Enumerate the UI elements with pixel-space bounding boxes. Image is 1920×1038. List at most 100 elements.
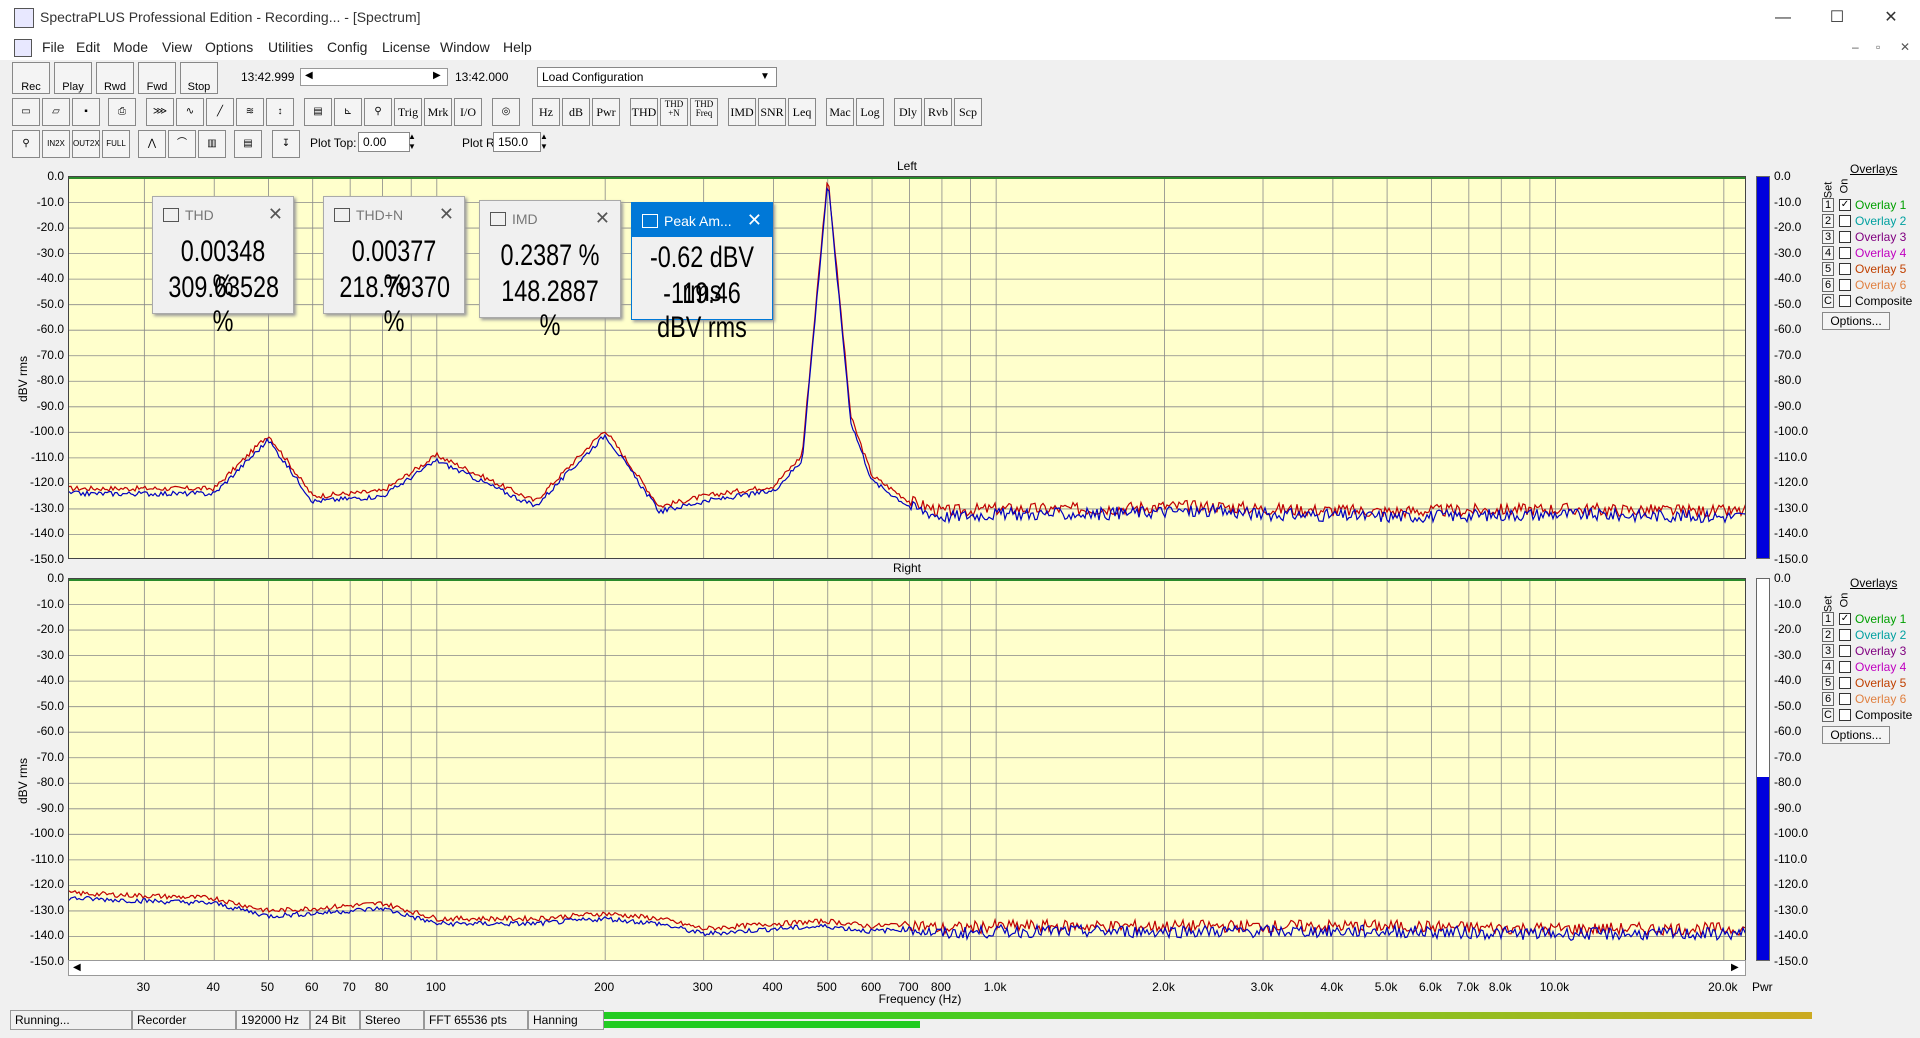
overlay-checkbox[interactable] (1839, 709, 1851, 721)
mrk-button[interactable]: Mrk (424, 98, 452, 126)
overlay-row[interactable]: 2 Overlay 2 (1822, 628, 1920, 644)
overlay-row[interactable]: C Composite (1822, 294, 1920, 310)
overlay-checkbox[interactable] (1839, 645, 1851, 657)
overlay-set-button[interactable]: C (1822, 708, 1834, 722)
overlay-checkbox[interactable] (1839, 279, 1851, 291)
trig-button[interactable]: Trig (394, 98, 422, 126)
spectrum-icon[interactable]: ⋙ (146, 98, 174, 126)
save-icon[interactable]: ▪ (72, 98, 100, 126)
thd-freq-button[interactable]: THD Freq (690, 98, 718, 126)
config-select[interactable]: Load Configuration (537, 67, 777, 87)
zoom-out-2x-icon[interactable]: OUT2X (72, 130, 100, 158)
menu-view[interactable]: View (162, 39, 192, 55)
menu-license[interactable]: License (382, 39, 430, 55)
overlay-checkbox[interactable] (1839, 215, 1851, 227)
overlay-row[interactable]: C Composite (1822, 708, 1920, 724)
waveform-icon[interactable]: ∿ (176, 98, 204, 126)
scroll-right-icon[interactable]: ▶ (433, 70, 441, 81)
maximize-button[interactable]: ☐ (1814, 0, 1860, 36)
plot-scrollbar[interactable]: ◀ ▶ (68, 960, 1746, 976)
close-icon[interactable]: ✕ (439, 204, 454, 225)
minimize-button[interactable]: — (1760, 0, 1806, 36)
chevron-down-icon[interactable]: ▼ (760, 71, 770, 82)
mac-button[interactable]: Mac (826, 98, 854, 126)
db-button[interactable]: dB (562, 98, 590, 126)
menu-mode[interactable]: Mode (113, 39, 148, 55)
overlay-checkbox[interactable] (1839, 629, 1851, 641)
menu-help[interactable]: Help (503, 39, 532, 55)
thdn-popup[interactable]: THD+N ✕ 0.00377 % 218.79370 % (323, 196, 465, 338)
marker-icon[interactable]: ↕ (266, 98, 294, 126)
phase-icon[interactable]: ╱ (206, 98, 234, 126)
overlay-row[interactable]: 3 Overlay 3 (1822, 230, 1920, 246)
thd-button[interactable]: THD (630, 98, 658, 126)
overlay-set-button[interactable]: 2 (1822, 628, 1834, 642)
popup-header[interactable]: IMD ✕ (480, 201, 620, 235)
hz-button[interactable]: Hz (532, 98, 560, 126)
overlay-set-button[interactable]: 1 (1822, 198, 1834, 212)
menu-window[interactable]: Window (440, 39, 490, 55)
leq-button[interactable]: Leq (788, 98, 816, 126)
close-icon[interactable]: ✕ (268, 204, 283, 225)
peak-icon[interactable]: ⋀ (138, 130, 166, 158)
overlay-checkbox[interactable]: ✓ (1839, 613, 1851, 625)
peak-amplitude-popup[interactable]: Peak Am... ✕ -0.62 dBV rms -119.46 dBV r… (631, 202, 773, 344)
new-icon[interactable]: ▭ (12, 98, 40, 126)
menu-config[interactable]: Config (327, 39, 367, 55)
print-icon[interactable]: ⎙ (108, 98, 136, 126)
overlay-row[interactable]: 3 Overlay 3 (1822, 644, 1920, 660)
overlay-set-button[interactable]: 5 (1822, 262, 1834, 276)
overlay-row[interactable]: 2 Overlay 2 (1822, 214, 1920, 230)
overlay-row[interactable]: 1 ✓ Overlay 1 (1822, 198, 1920, 214)
overlay-row[interactable]: 4 Overlay 4 (1822, 660, 1920, 676)
log-button[interactable]: Log (856, 98, 884, 126)
zoom-in-2x-icon[interactable]: IN2X (42, 130, 70, 158)
overlay-row[interactable]: 5 Overlay 5 (1822, 676, 1920, 692)
io-button[interactable]: I/O (454, 98, 482, 126)
scroll-right-icon[interactable]: ▶ (1731, 962, 1739, 973)
popup-header[interactable]: Peak Am... ✕ (632, 203, 772, 237)
plot-top-input[interactable]: 0.00 (358, 132, 410, 152)
menu-utilities[interactable]: Utilities (268, 39, 313, 55)
right-spectrum-plot[interactable] (68, 578, 1746, 961)
overlay-checkbox[interactable] (1839, 295, 1851, 307)
list-icon[interactable]: ▤ (234, 130, 262, 158)
doc-icon[interactable] (14, 39, 32, 57)
mdi-close[interactable]: ✕ (1900, 40, 1910, 54)
overlay-set-button[interactable]: 3 (1822, 230, 1834, 244)
close-icon[interactable]: ✕ (595, 208, 610, 229)
overlay-row[interactable]: 5 Overlay 5 (1822, 262, 1920, 278)
plot-range-spinner[interactable]: ▲ ▼ (540, 132, 548, 152)
play-button[interactable]: Play (54, 62, 92, 94)
overlay-set-button[interactable]: 2 (1822, 214, 1834, 228)
rvb-button[interactable]: Rvb (924, 98, 952, 126)
dly-button[interactable]: Dly (894, 98, 922, 126)
grid-icon[interactable]: ⊾ (334, 98, 362, 126)
scroll-left-icon[interactable]: ◀ (73, 962, 81, 973)
close-button[interactable]: ✕ (1868, 0, 1914, 36)
plot-range-input[interactable]: 150.0 (493, 132, 541, 152)
overlay-set-button[interactable]: 6 (1822, 692, 1834, 706)
plot-top-spinner[interactable]: ▲ ▼ (408, 132, 416, 152)
overlay-set-button[interactable]: 1 (1822, 612, 1834, 626)
scroll-left-icon[interactable]: ◀ (305, 70, 313, 81)
generator-icon[interactable]: ◎ (492, 98, 520, 126)
scp-button[interactable]: Scp (954, 98, 982, 126)
cursor-icon[interactable]: ⚲ (364, 98, 392, 126)
stop-button[interactable]: Stop (180, 62, 218, 94)
popup-header[interactable]: THD+N ✕ (324, 197, 464, 231)
time-scrollbar[interactable]: ◀ ▶ (300, 68, 448, 86)
thd-popup[interactable]: THD ✕ 0.00348 % 309.63528 % (152, 196, 294, 338)
overlay-row[interactable]: 6 Overlay 6 (1822, 278, 1920, 294)
thdn-button[interactable]: THD +N (660, 98, 688, 126)
overlay-row[interactable]: 4 Overlay 4 (1822, 246, 1920, 262)
menu-options[interactable]: Options (205, 39, 253, 55)
rwd-button[interactable]: Rwd (96, 62, 134, 94)
menu-file[interactable]: File (42, 39, 65, 55)
overlay-options-button[interactable]: Options... (1822, 312, 1890, 330)
zoom-icon[interactable]: ⚲ (12, 130, 40, 158)
mdi-minimize[interactable]: – (1852, 40, 1859, 54)
snr-button[interactable]: SNR (758, 98, 786, 126)
bars-icon[interactable]: ▥ (198, 130, 226, 158)
zoom-full-icon[interactable]: FULL (102, 130, 130, 158)
